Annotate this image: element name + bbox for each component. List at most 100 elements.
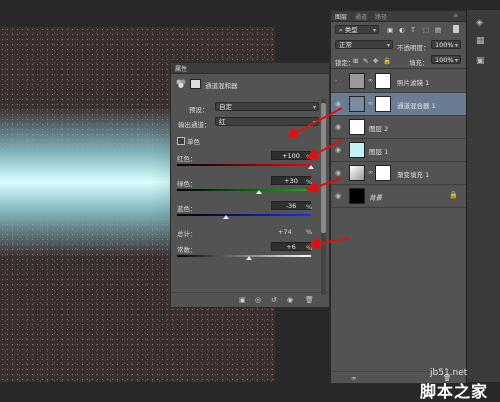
blend-mode-value: 正常	[339, 41, 352, 49]
green-slider[interactable]	[177, 189, 311, 191]
layers-dock-icon[interactable]: ◈	[476, 18, 483, 28]
preset-label: 预设：	[189, 106, 209, 114]
visibility-eye-icon[interactable]: ◉	[287, 296, 293, 304]
paths-dock-icon[interactable]: ▣	[476, 56, 485, 66]
properties-footer: ▣ ◎ ↺ ◉ 🗑	[171, 292, 329, 307]
lock-label: 锁定：	[335, 59, 355, 67]
green-label: 绿色：	[177, 180, 197, 188]
filter-type-icon[interactable]: T	[411, 26, 415, 34]
mask-icon[interactable]	[190, 79, 201, 89]
constant-slider-thumb[interactable]	[246, 256, 252, 260]
constant-slider[interactable]	[177, 255, 311, 257]
percent-sign: %	[306, 244, 313, 252]
red-label: 红色：	[177, 155, 197, 163]
fill-input[interactable]: 100% ▾	[431, 55, 461, 64]
gradient-fill-icon	[349, 165, 365, 181]
tab-channels[interactable]: 通道	[355, 12, 367, 21]
filter-adjustment-icon[interactable]: ◐	[399, 26, 405, 34]
divider	[331, 68, 466, 69]
link-icon[interactable]: ∞	[368, 169, 373, 176]
filter-smart-object-icon[interactable]: ▤	[435, 26, 441, 34]
preset-dropdown[interactable]: 自定 ▾	[215, 102, 319, 111]
chevron-down-icon: ▾	[454, 57, 458, 64]
filter-toggle[interactable]	[453, 25, 459, 33]
visibility-eye-icon[interactable]: ◉	[335, 100, 341, 108]
reset-icon[interactable]: ↺	[271, 296, 277, 304]
clip-to-layer-icon[interactable]: ▣	[239, 296, 246, 304]
channels-dock-icon[interactable]: ▦	[476, 36, 485, 46]
visibility-eye-icon[interactable]: ◉	[335, 192, 341, 200]
layer-name: 渐变填充 1	[397, 171, 430, 179]
link-icon[interactable]: ∞	[368, 77, 373, 84]
green-slider-thumb[interactable]	[256, 190, 262, 194]
opacity-value: 100%	[435, 41, 454, 49]
green-value-input[interactable]: +30	[271, 176, 311, 185]
scrollbar-thumb[interactable]	[321, 103, 326, 233]
layer-mask-thumbnail[interactable]	[375, 96, 391, 112]
filter-shape-icon[interactable]: ⬚	[423, 26, 429, 34]
blue-slider[interactable]	[177, 214, 311, 216]
constant-label: 常数：	[177, 246, 197, 254]
lock-all-icon[interactable]: 🔒	[383, 57, 391, 65]
panel-dock: ◈ ▦ ▣	[466, 10, 500, 382]
view-previous-icon[interactable]: ◎	[255, 296, 261, 304]
layer-name: 通道混合器 1	[397, 102, 436, 110]
layer-row[interactable]: · ∞ 照片滤镜 1	[331, 70, 466, 93]
watermark-site: jb51.net	[430, 368, 468, 378]
chevron-down-icon: ▾	[312, 104, 316, 111]
layer-row[interactable]: ◉ 图层 1	[331, 139, 466, 162]
visibility-off-icon[interactable]: ·	[335, 77, 337, 85]
properties-scrollbar[interactable]	[321, 99, 326, 295]
visibility-eye-icon[interactable]: ◉	[335, 123, 341, 131]
photo-filter-icon	[349, 73, 365, 89]
watermark-name: 脚本之家	[420, 382, 489, 401]
adjustment-name: 通道混和器	[205, 82, 238, 90]
lock-icon: 🔒	[449, 191, 458, 199]
layer-name: 图层 1	[369, 148, 389, 156]
red-slider[interactable]	[177, 164, 311, 166]
link-icon[interactable]: ∞	[368, 100, 373, 107]
filter-value: 类型	[344, 26, 358, 34]
fill-label: 填充：	[409, 59, 429, 67]
lock-position-icon[interactable]: ✥	[373, 57, 378, 65]
layer-row[interactable]: ◉ ∞ 渐变填充 1	[331, 162, 466, 185]
panel-menu-icon[interactable]: ≡	[453, 12, 458, 19]
percent-sign: %	[306, 228, 313, 236]
blue-slider-thumb[interactable]	[223, 215, 229, 219]
output-channel-label: 输出通道：	[178, 121, 211, 129]
opacity-input[interactable]: 100% ▾	[431, 40, 461, 49]
red-value-input[interactable]: +100	[271, 151, 311, 160]
properties-titlebar: 属性 ≡	[171, 63, 329, 74]
layer-thumbnail	[349, 119, 365, 135]
layer-mask-thumbnail[interactable]	[375, 73, 391, 89]
layer-name: 背景	[369, 194, 382, 202]
link-layers-icon[interactable]: ∞	[351, 374, 356, 382]
monochrome-checkbox[interactable]	[177, 137, 185, 145]
layer-row[interactable]: ◉ 背景 🔒	[331, 185, 466, 208]
trash-icon[interactable]: 🗑	[305, 296, 314, 304]
visibility-eye-icon[interactable]: ◉	[335, 169, 341, 177]
red-slider-thumb[interactable]	[308, 165, 314, 169]
tab-paths[interactable]: 路径	[375, 12, 387, 21]
layers-panel: 图层 通道 路径 ≡ ⌕ 类型 ▾ ▣ ◐ T ⬚ ▤ 正常 ▾ 不透明度： 100…	[330, 10, 467, 384]
lock-image-icon[interactable]: ✎	[363, 57, 368, 65]
tab-layers[interactable]: 图层	[335, 12, 347, 21]
blue-value-input[interactable]: -36	[271, 201, 311, 210]
layers-tabs: 图层 通道 路径 ≡	[331, 11, 466, 22]
layer-filter-dropdown[interactable]: ⌕ 类型 ▾	[335, 25, 379, 34]
filter-pixel-icon[interactable]: ▣	[387, 26, 393, 34]
fill-value: 100%	[435, 56, 454, 64]
lock-transparent-icon[interactable]: ⊞	[353, 57, 358, 65]
chevron-down-icon: ▾	[386, 42, 390, 49]
layer-row[interactable]: ◉ 图层 2	[331, 116, 466, 139]
visibility-eye-icon[interactable]: ◉	[335, 146, 341, 154]
layer-thumbnail	[349, 188, 365, 204]
layer-row[interactable]: ◉ ∞ 通道混合器 1	[331, 93, 466, 116]
panel-menu-icon[interactable]: ≡	[175, 63, 326, 71]
layer-mask-thumbnail[interactable]	[375, 165, 391, 181]
percent-sign: %	[306, 203, 313, 211]
percent-sign: %	[306, 153, 313, 161]
constant-value-input[interactable]: +6	[271, 242, 311, 251]
output-channel-dropdown[interactable]: 红 ▾	[215, 117, 319, 126]
blend-mode-dropdown[interactable]: 正常 ▾	[335, 40, 393, 49]
